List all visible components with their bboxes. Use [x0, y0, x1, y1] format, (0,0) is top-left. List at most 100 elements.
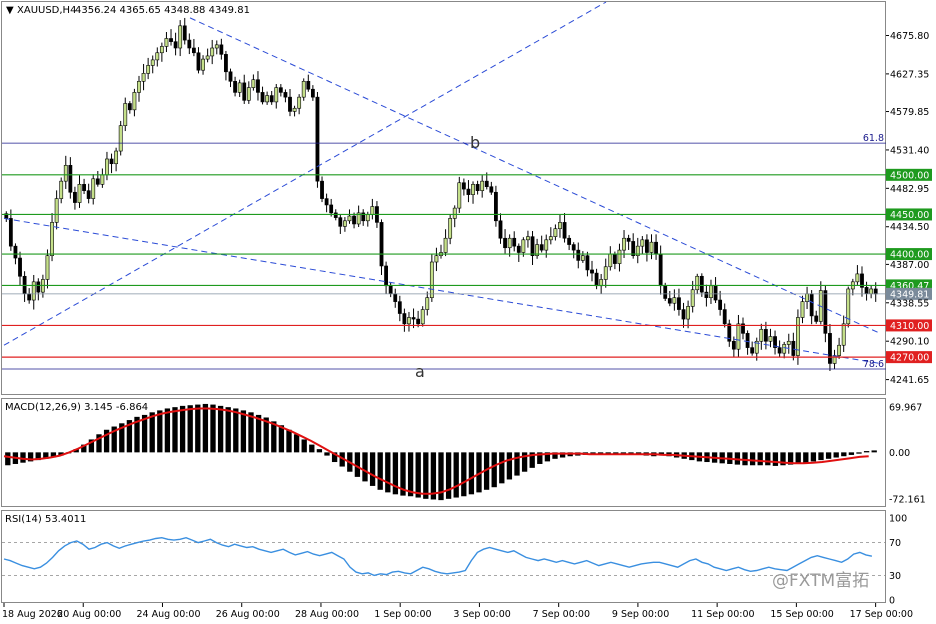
bear-candle	[310, 88, 315, 98]
bear-candle	[191, 47, 196, 54]
trading-chart[interactable]: 61.878.6ab 4500.004450.004400.004360.474…	[0, 0, 936, 624]
bear-candle	[722, 309, 727, 325]
bull-candle	[132, 92, 137, 111]
macd-bar	[377, 452, 383, 490]
rsi-tick-label: 70	[889, 538, 901, 549]
wave-label-a: a	[415, 362, 425, 381]
bull-candle	[141, 73, 146, 82]
bear-candle	[288, 96, 292, 112]
bear-candle	[731, 340, 736, 350]
macd-title: MACD(12,26,9) 3.145 -6.864	[5, 402, 148, 413]
bear-candle	[562, 222, 567, 239]
bear-candle	[278, 87, 283, 93]
bear-candle	[352, 215, 356, 225]
macd-bar	[453, 452, 459, 498]
macd-bar	[362, 452, 368, 482]
bear-candle	[663, 285, 668, 299]
rsi-tick-label: 30	[889, 571, 901, 582]
x-tick-label: 7 Sep 00:00	[533, 609, 590, 620]
bull-candle	[118, 125, 123, 152]
bear-candle	[86, 190, 91, 199]
macd-bar	[187, 405, 193, 453]
bull-candle	[150, 59, 155, 66]
price-tick-label: 4241.65	[890, 375, 929, 386]
level-label: 4500.00	[890, 170, 929, 181]
macd-bar	[423, 452, 429, 499]
price-tick-label: 4531.40	[890, 145, 929, 156]
bear-candle	[68, 165, 73, 193]
bull-candle	[237, 82, 242, 93]
macd-tick-label: 0.00	[889, 448, 910, 459]
bear-candle	[681, 309, 686, 320]
bull-candle	[265, 95, 270, 103]
bear-candle	[416, 318, 421, 325]
rsi-panel[interactable]	[1, 510, 886, 603]
price-tick-label: 4387.00	[890, 260, 929, 271]
chart-ohlc: 4356.24 4365.65 4348.88 4349.81	[75, 5, 250, 16]
bear-candle	[750, 347, 755, 354]
bull-candle	[452, 207, 457, 219]
bull-candle	[137, 80, 141, 93]
bear-candle	[745, 333, 750, 348]
bull-candle	[201, 58, 205, 71]
bull-candle	[690, 289, 695, 307]
bull-candle	[301, 80, 306, 98]
price-panel[interactable]	[1, 1, 886, 395]
bull-candle	[805, 293, 809, 302]
chart-symbol: XAUUSD,H4	[17, 5, 76, 16]
bear-candle	[475, 184, 480, 191]
bear-candle	[320, 180, 324, 199]
bear-candle	[402, 313, 407, 325]
bear-candle	[791, 340, 796, 356]
bear-candle	[498, 220, 503, 239]
bull-candle	[526, 236, 530, 241]
bull-candle	[800, 301, 805, 318]
bear-candle	[187, 39, 192, 49]
bear-candle	[388, 285, 393, 295]
macd-bar	[369, 452, 376, 486]
macd-bar	[195, 404, 201, 453]
bear-candle	[233, 80, 237, 93]
bear-candle	[704, 291, 709, 298]
bear-candle	[713, 285, 718, 301]
bull-candle	[155, 52, 160, 61]
bear-candle	[873, 288, 878, 295]
bull-candle	[480, 180, 485, 191]
macd-bar	[309, 444, 315, 453]
bear-candle	[585, 255, 590, 271]
macd-bar	[286, 429, 292, 453]
wave-label-b: b	[470, 133, 480, 152]
bear-candle	[169, 38, 173, 42]
macd-bar	[772, 452, 779, 466]
bull-candle	[429, 261, 434, 298]
rsi-tick-label: 100	[889, 514, 907, 525]
bull-candle	[544, 239, 549, 251]
bear-candle	[260, 92, 265, 103]
macd-bar	[848, 452, 855, 455]
bull-candle	[91, 178, 96, 199]
bull-candle	[425, 297, 430, 310]
bull-candle	[617, 249, 622, 264]
bull-candle	[54, 198, 59, 223]
macd-bar	[833, 452, 839, 458]
x-tick-label: 1 Sep 00:00	[374, 609, 431, 620]
bear-candle	[182, 25, 187, 41]
macd-bar	[863, 451, 870, 453]
bear-candle	[82, 184, 86, 191]
bear-candle	[612, 253, 617, 264]
macd-bar	[810, 452, 817, 462]
bull-candle	[608, 253, 613, 268]
bear-candle	[333, 212, 338, 218]
bear-candle	[539, 244, 544, 251]
bear-candle	[219, 44, 224, 55]
price-tick-label: 4675.80	[890, 31, 929, 42]
macd-bar	[825, 452, 832, 459]
macd-bar	[20, 452, 26, 463]
fib-label: 61.8	[863, 133, 884, 144]
bear-candle	[823, 290, 828, 334]
macd-bar	[385, 452, 391, 493]
macd-bar	[233, 408, 239, 453]
bull-candle	[164, 38, 169, 47]
bull-candle	[59, 180, 64, 199]
macd-bar	[757, 452, 763, 466]
